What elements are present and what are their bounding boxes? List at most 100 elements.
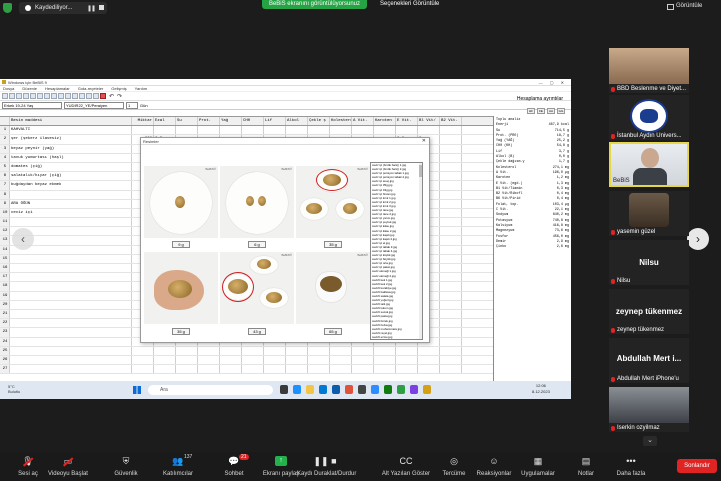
empty-cell[interactable] <box>440 135 462 144</box>
results-mini-button[interactable]: HF <box>527 108 535 114</box>
table-icon[interactable] <box>72 93 78 99</box>
empty-cell[interactable] <box>242 126 264 135</box>
recipe-icon[interactable] <box>86 93 92 99</box>
chrome-icon[interactable] <box>397 385 405 394</box>
more-button[interactable]: ••• Daha fazla <box>603 454 659 477</box>
menu-item[interactable]: Dosya <box>3 86 14 91</box>
empty-cell[interactable] <box>286 346 308 355</box>
energy-cell[interactable] <box>154 365 176 374</box>
open-file-icon[interactable] <box>9 93 15 99</box>
gram-button-2[interactable]: 6 g <box>248 241 266 248</box>
empty-cell[interactable] <box>176 365 198 374</box>
empty-cell[interactable] <box>198 346 220 355</box>
empty-cell[interactable] <box>176 126 198 135</box>
food-name-cell[interactable] <box>10 319 132 328</box>
pause-recording-icon[interactable]: ❚❚ <box>87 5 96 12</box>
chevron-down-icon[interactable]: ⌄ <box>643 436 657 446</box>
empty-cell[interactable] <box>440 227 462 236</box>
empty-cell[interactable] <box>440 264 462 273</box>
participant-tile-active-speaker[interactable]: BeBiS <box>609 142 689 187</box>
empty-cell[interactable] <box>220 126 242 135</box>
menu-item[interactable]: Gıda-reçeteler <box>78 86 104 91</box>
empty-cell[interactable] <box>330 126 352 135</box>
shield-button[interactable]: ⛨ Güvenlik <box>98 454 154 478</box>
weather-widget[interactable]: 5°C Bulutlu <box>8 384 20 394</box>
food-photo-6[interactable]: BeBiS® <box>296 252 370 324</box>
food-name-cell[interactable] <box>10 355 132 365</box>
print-icon[interactable] <box>23 93 29 99</box>
empty-cell[interactable] <box>330 355 352 365</box>
chart-icon[interactable] <box>65 93 71 99</box>
empty-cell[interactable] <box>330 346 352 355</box>
vitamin-e-cell[interactable] <box>396 346 418 355</box>
column-header[interactable]: Besin maddesi <box>10 117 132 126</box>
bebis-taskbar-icon[interactable] <box>423 385 431 394</box>
column-header[interactable]: E Vit. <box>396 117 418 126</box>
column-header[interactable]: Bl Vit/ <box>418 117 440 126</box>
column-header[interactable]: CH0 <box>242 117 264 126</box>
food-name-cell[interactable] <box>10 309 132 319</box>
empty-cell[interactable] <box>440 245 462 254</box>
empty-cell[interactable] <box>440 162 462 172</box>
empty-cell[interactable] <box>308 346 330 355</box>
empty-cell[interactable] <box>440 190 462 199</box>
teams-icon[interactable] <box>410 385 418 394</box>
empty-cell[interactable] <box>440 365 462 374</box>
empty-cell[interactable] <box>440 208 462 218</box>
column-header[interactable]: B2 Vit. <box>440 117 462 126</box>
empty-cell[interactable] <box>198 126 220 135</box>
paste-icon[interactable] <box>44 93 50 99</box>
food-name-cell[interactable] <box>10 365 132 374</box>
empty-cell[interactable] <box>308 365 330 374</box>
gram-button-1[interactable]: 9 g <box>172 241 190 248</box>
table-row[interactable]: 25 <box>0 346 493 356</box>
gram-button-5[interactable]: 43 g <box>248 328 266 335</box>
taskbar-clock[interactable]: 12:06 8.12.2023 <box>532 383 550 395</box>
gram-button-6[interactable]: 65 g <box>324 328 342 335</box>
report-icon[interactable] <box>93 93 99 99</box>
empty-cell[interactable] <box>330 365 352 374</box>
food-name-cell[interactable] <box>10 337 132 346</box>
day-number-input[interactable]: 1 <box>126 101 138 109</box>
security-shield-icon[interactable] <box>3 3 12 13</box>
menu-item[interactable]: Gelişmiş <box>111 86 126 91</box>
column-header[interactable]: Çekle ş <box>308 117 330 126</box>
participant-tile[interactable]: zeynep tükenmez zeynep tükenmez <box>609 289 689 334</box>
food-photo-2[interactable]: BeBiS® <box>220 166 294 238</box>
view-options-button[interactable]: Seçenekleri Görüntüle <box>380 0 439 9</box>
empty-cell[interactable] <box>374 346 396 355</box>
column-header[interactable]: Su <box>176 117 198 126</box>
participant-tile[interactable]: Iserkin ozyilmaz <box>609 387 689 432</box>
find-icon[interactable] <box>51 93 57 99</box>
empty-cell[interactable] <box>264 346 286 355</box>
empty-cell[interactable] <box>198 355 220 365</box>
media-icon[interactable] <box>358 385 366 394</box>
empty-cell[interactable] <box>440 309 462 319</box>
calculate-icon[interactable] <box>58 93 64 99</box>
vitamin-b1-cell[interactable] <box>418 346 440 355</box>
empty-cell[interactable] <box>440 254 462 263</box>
food-name-cell[interactable]: şer (şekerz ilavesiz) <box>10 135 132 144</box>
food-name-cell[interactable] <box>10 328 132 337</box>
previous-page-arrow-icon[interactable]: ‹ <box>12 228 34 250</box>
close-icon[interactable]: ✕ <box>422 138 426 145</box>
column-header[interactable]: Karoten <box>374 117 396 126</box>
food-name-cell[interactable]: tavuk yumurtası (haşl) <box>10 153 132 162</box>
empty-cell[interactable] <box>440 282 462 291</box>
windows-start-icon[interactable] <box>133 386 141 394</box>
column-header[interactable]: Miktar <box>132 117 154 126</box>
menu-item[interactable]: Yardım <box>135 86 148 91</box>
empty-cell[interactable] <box>440 172 462 181</box>
food-photo-1[interactable]: BeBiS® <box>144 166 218 238</box>
empty-cell[interactable] <box>198 365 220 374</box>
food-photo-5[interactable]: BeBiS® <box>220 252 294 324</box>
table-row[interactable]: 27 <box>0 365 493 375</box>
xbox-icon[interactable] <box>384 385 392 394</box>
energy-cell[interactable] <box>154 126 176 135</box>
empty-cell[interactable] <box>286 355 308 365</box>
empty-cell[interactable] <box>176 346 198 355</box>
stop-recording-icon[interactable] <box>99 5 104 10</box>
file-explorer-icon[interactable] <box>306 385 314 394</box>
zoom-icon[interactable] <box>371 385 379 394</box>
column-header[interactable]: Prot. <box>198 117 220 126</box>
